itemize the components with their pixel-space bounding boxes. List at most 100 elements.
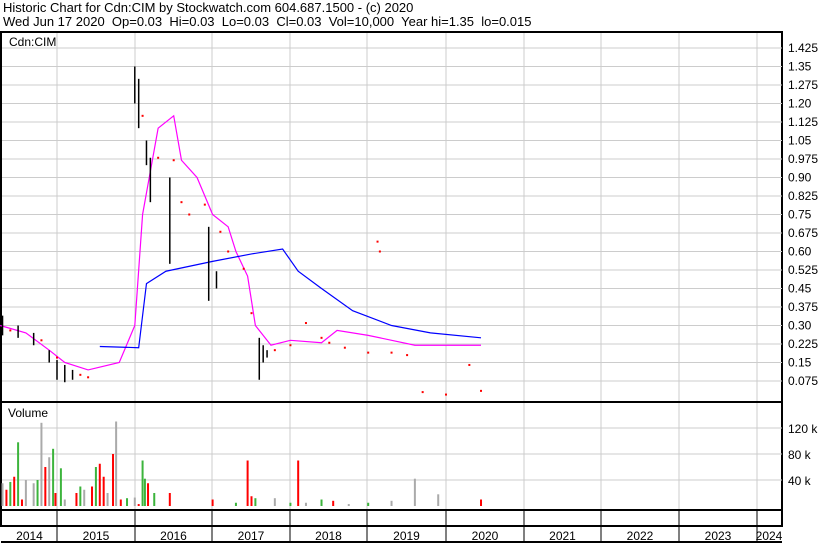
y-tick-label: 0.30 — [788, 319, 812, 333]
volume-bar — [63, 499, 66, 506]
y-tick-label: 0.75 — [788, 208, 812, 222]
price-dot — [188, 213, 191, 216]
volume-bar — [273, 498, 276, 506]
volume-bar — [17, 442, 20, 506]
x-tick-label: 2022 — [627, 529, 654, 543]
y-tick-label: 0.675 — [788, 226, 818, 240]
volume-bar — [250, 496, 253, 506]
volume-bar — [98, 463, 101, 506]
volume-bar — [168, 493, 171, 506]
volume-bar — [5, 489, 8, 506]
price-dot — [87, 376, 90, 379]
volume-bar — [20, 499, 23, 506]
y-tick-label: 0.225 — [788, 337, 818, 351]
volume-bar — [75, 493, 78, 506]
volume-bar — [254, 498, 257, 506]
y-tick-label: 0.60 — [788, 245, 812, 259]
price-dot — [328, 341, 331, 344]
x-tick-label: 2021 — [549, 529, 576, 543]
price-dot — [304, 322, 307, 325]
x-tick-label: 2018 — [315, 529, 342, 543]
volume-bar — [147, 483, 150, 506]
price-dot — [219, 230, 222, 233]
price-dot — [376, 240, 379, 243]
volume-bar — [437, 494, 440, 506]
y-tick-label: 0.525 — [788, 263, 818, 277]
volume-bar — [13, 476, 16, 506]
volume-bar — [246, 460, 249, 506]
x-tick-label: 2017 — [238, 529, 265, 543]
volume-panel — [0, 401, 783, 511]
price-dot — [250, 312, 253, 315]
y-tick-label: 0.975 — [788, 152, 818, 166]
volume-bar — [44, 467, 47, 506]
y-tick-label: 0.90 — [788, 171, 812, 185]
price-dot — [445, 393, 447, 396]
price-dot — [79, 373, 82, 376]
y-tick-label: 1.275 — [788, 78, 818, 92]
price-dot — [203, 203, 206, 206]
y-tick-label: 0.15 — [788, 356, 812, 370]
volume-bar — [332, 500, 335, 506]
volume-bar — [1, 483, 4, 506]
volume-bar — [40, 422, 43, 506]
y-tick-label: 1.125 — [788, 115, 818, 129]
price-dot — [320, 336, 323, 339]
y-tick-label: 1.425 — [788, 41, 818, 55]
price-dot — [242, 267, 245, 270]
price-dot — [141, 114, 144, 117]
volume-bar — [115, 421, 118, 506]
volume-bar — [289, 502, 292, 506]
volume-bar — [413, 478, 416, 506]
price-dot — [289, 344, 292, 347]
price-panel-label: Cdn:CIM — [9, 35, 56, 49]
volume-bar — [94, 467, 97, 506]
volume-bar — [297, 460, 300, 506]
volume-bar — [126, 498, 129, 506]
volume-bar — [102, 476, 105, 506]
volume-bar — [367, 502, 370, 506]
volume-bar — [141, 460, 144, 506]
volume-bar — [211, 499, 214, 506]
x-tick-label: 2023 — [705, 529, 732, 543]
price-dot — [390, 351, 393, 354]
price-dot — [157, 156, 160, 159]
volume-bar — [59, 468, 62, 506]
volume-bar — [54, 493, 57, 506]
price-dot — [172, 159, 175, 162]
price-dot — [468, 363, 471, 366]
volume-bar — [52, 448, 55, 506]
volume-bar — [91, 486, 94, 506]
volume-bar — [133, 497, 136, 506]
price-dot — [273, 349, 276, 352]
volume-bar — [320, 499, 323, 506]
volume-bar — [143, 478, 146, 506]
y-tick-label: 0.075 — [788, 374, 818, 388]
x-tick-label: 2015 — [83, 529, 110, 543]
volume-bar — [32, 483, 35, 506]
volume-bar — [304, 502, 307, 506]
volume-tick-label: 80 k — [788, 448, 812, 462]
volume-bar — [234, 502, 237, 506]
volume-bar — [153, 493, 156, 506]
x-tick-label: 2016 — [160, 529, 187, 543]
price-dot — [40, 339, 43, 342]
price-dot — [421, 391, 424, 394]
year-band — [0, 509, 783, 527]
price-dot — [343, 346, 346, 349]
volume-bar — [112, 454, 115, 506]
x-tick-label: 2019 — [393, 529, 420, 543]
y-tick-label: 1.05 — [788, 134, 812, 148]
y-tick-label: 0.45 — [788, 282, 812, 296]
volume-bar — [36, 480, 39, 506]
volume-bar — [9, 481, 12, 506]
price-dot — [180, 201, 183, 204]
volume-bar — [480, 499, 483, 506]
price-dot — [378, 250, 381, 253]
volume-bar — [119, 499, 122, 506]
volume-tick-label: 120 k — [788, 422, 818, 436]
volume-bar — [137, 504, 140, 506]
y-tick-label: 0.825 — [788, 189, 818, 203]
price-dot — [367, 351, 370, 354]
price-dot — [56, 356, 58, 359]
